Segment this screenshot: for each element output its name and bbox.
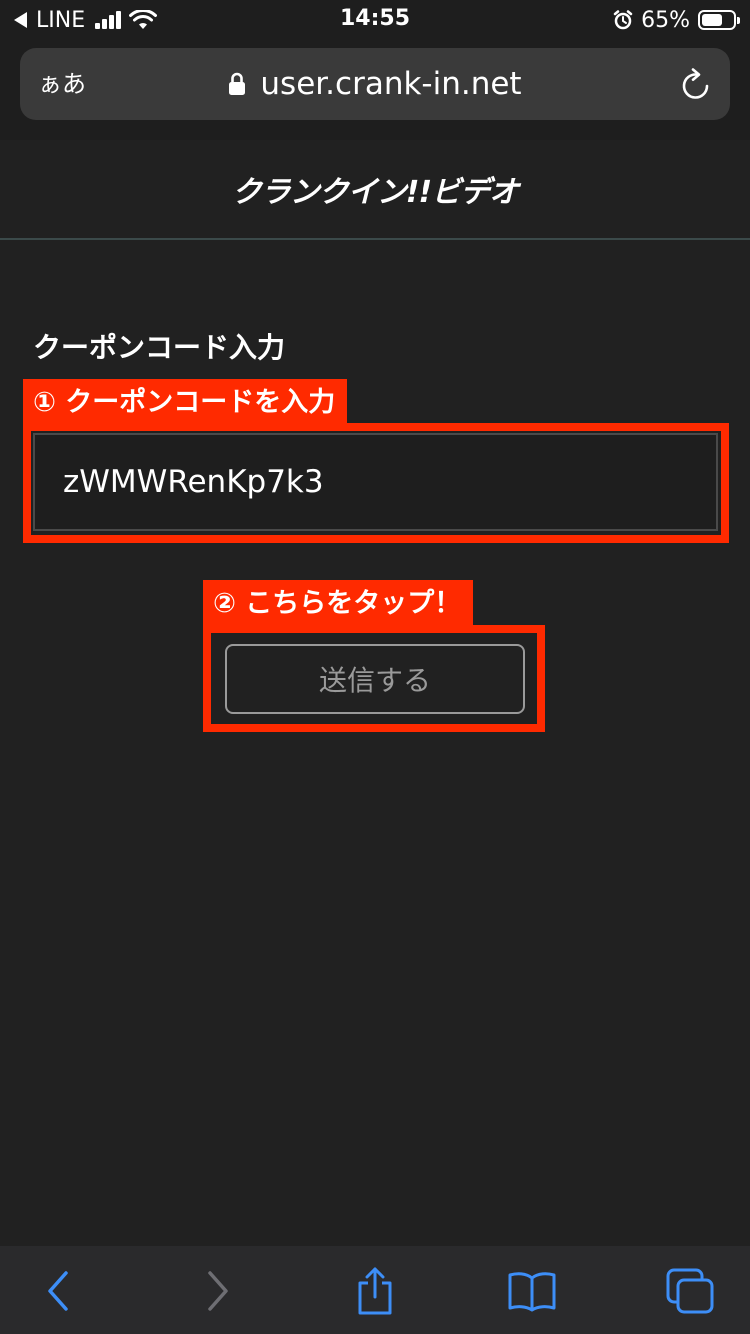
- url-text: user.crank-in.net: [260, 66, 522, 102]
- share-icon: [358, 1267, 392, 1315]
- chevron-left-icon: [48, 1271, 68, 1311]
- chevron-right-icon: [208, 1271, 228, 1311]
- browser-address-bar: ぁあ user.crank-in.net: [0, 40, 750, 140]
- alarm-icon: [613, 10, 633, 30]
- site-header: クランクイン!!ビデオ: [0, 140, 750, 240]
- battery-level-fill: [702, 14, 722, 26]
- submit-button[interactable]: 送信する: [225, 644, 525, 714]
- status-bar: LINE 14:55 65%: [0, 0, 750, 40]
- browser-toolbar: [0, 1246, 750, 1334]
- status-right: 65%: [613, 6, 740, 34]
- step1-callout: ① クーポンコードを入力: [23, 379, 348, 427]
- site-logo[interactable]: クランクイン!!ビデオ: [232, 167, 519, 211]
- reload-icon[interactable]: [680, 68, 712, 102]
- page-title: クーポンコード入力: [33, 331, 286, 364]
- tabs-icon: [666, 1268, 714, 1314]
- battery-icon: [698, 10, 740, 30]
- url-display[interactable]: user.crank-in.net: [20, 48, 730, 120]
- back-button[interactable]: [28, 1266, 88, 1316]
- bookmarks-button[interactable]: [502, 1266, 562, 1316]
- battery-tip: [737, 17, 740, 24]
- book-icon: [508, 1272, 556, 1312]
- lock-icon: [229, 72, 246, 95]
- url-field[interactable]: ぁあ user.crank-in.net: [20, 48, 730, 120]
- coupon-code-input[interactable]: [33, 433, 718, 531]
- forward-button[interactable]: [188, 1266, 248, 1316]
- tabs-button[interactable]: [660, 1266, 720, 1316]
- share-button[interactable]: [345, 1266, 405, 1316]
- battery-percent: 65%: [641, 7, 690, 33]
- step2-callout: ② こちらをタップ！: [203, 580, 474, 628]
